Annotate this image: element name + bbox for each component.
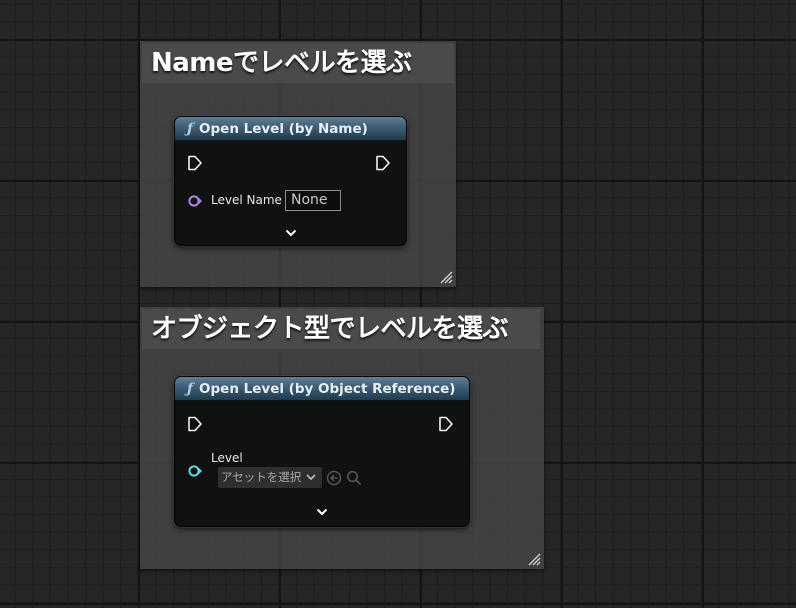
search-icon[interactable] <box>346 470 362 486</box>
function-icon: ƒ <box>187 121 194 137</box>
level-name-input[interactable]: None <box>285 190 341 211</box>
chevron-down-icon <box>306 474 316 481</box>
function-icon: ƒ <box>187 381 194 397</box>
asset-picker-label: アセットを選択 <box>221 470 302 484</box>
node-title: Open Level (by Object Reference) <box>199 381 456 397</box>
node-header[interactable]: ƒ Open Level (by Name) <box>175 117 406 141</box>
object-pin-icon[interactable] <box>188 465 202 477</box>
open-level-by-object-node[interactable]: ƒ Open Level (by Object Reference) Level … <box>174 376 470 527</box>
resize-grip-icon[interactable] <box>528 553 541 566</box>
chevron-down-icon[interactable] <box>285 229 297 237</box>
exec-output-pin-icon[interactable] <box>438 416 454 432</box>
arrow-left-circle-icon[interactable] <box>326 470 342 486</box>
exec-input-pin-icon[interactable] <box>187 155 203 171</box>
asset-picker-combo[interactable]: アセットを選択 <box>218 467 322 488</box>
name-pin-icon[interactable] <box>188 195 202 207</box>
node-title: Open Level (by Name) <box>199 121 368 137</box>
comment-title[interactable]: オブジェクト型でレベルを選ぶ <box>142 309 540 349</box>
chevron-down-icon[interactable] <box>316 508 328 516</box>
exec-output-pin-icon[interactable] <box>375 155 391 171</box>
pin-label-level-name: Level Name <box>211 193 282 207</box>
comment-title[interactable]: Nameでレベルを選ぶ <box>142 43 454 83</box>
resize-grip-icon[interactable] <box>440 271 453 284</box>
pin-label-level: Level <box>211 451 243 465</box>
exec-input-pin-icon[interactable] <box>187 416 203 432</box>
node-header[interactable]: ƒ Open Level (by Object Reference) <box>175 377 469 401</box>
open-level-by-name-node[interactable]: ƒ Open Level (by Name) Level Name None <box>174 116 407 246</box>
